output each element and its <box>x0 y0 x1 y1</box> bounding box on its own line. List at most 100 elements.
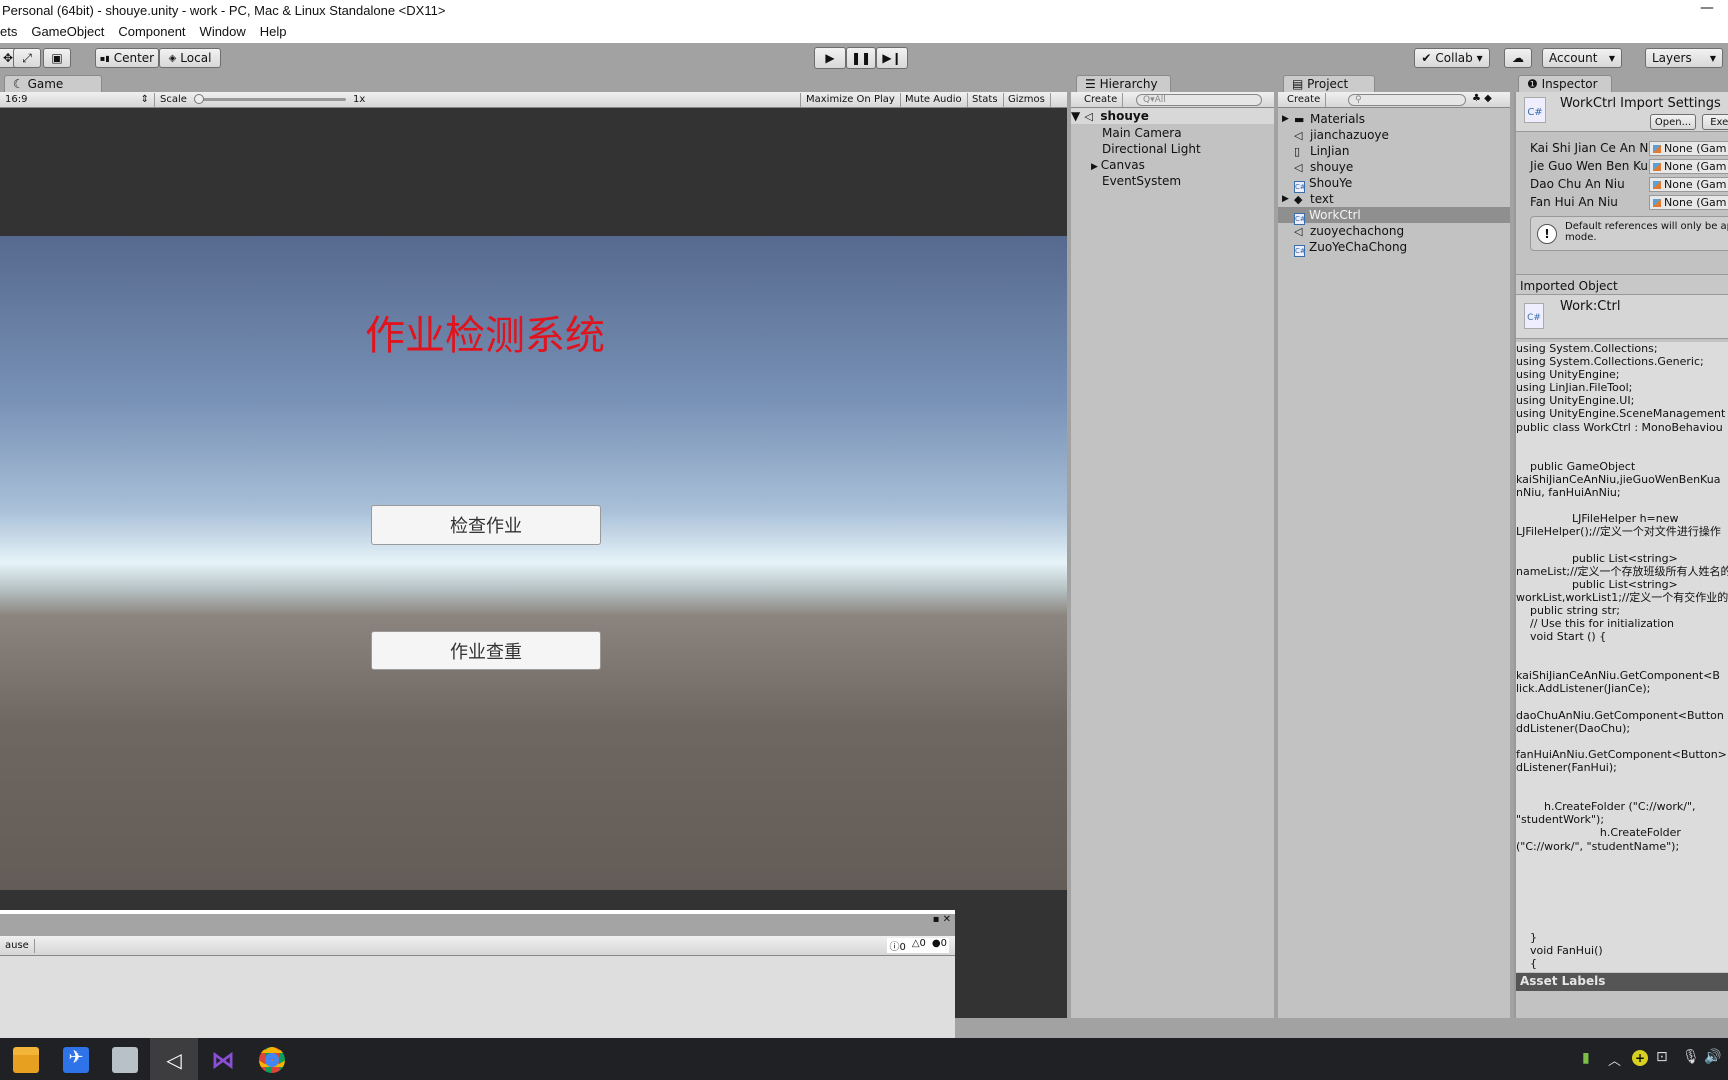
menu-window[interactable]: Window <box>200 24 246 43</box>
hierarchy-search[interactable]: Q▾All <box>1136 94 1262 106</box>
hierarchy-item[interactable]: Main Camera <box>1102 125 1182 141</box>
code-line: LJFileHelper();//定义一个对文件进行操作 <box>1516 525 1721 539</box>
mute-audio-toggle[interactable]: Mute Audio <box>900 93 968 107</box>
project-item[interactable]: C# WorkCtrl <box>1278 207 1510 225</box>
usb-icon[interactable]: ▮ <box>1582 1050 1590 1066</box>
csharp-file-icon: C# <box>1524 97 1546 123</box>
object-field[interactable]: None (Gam <box>1649 159 1728 174</box>
project-item[interactable]: ◁ shouye <box>1278 159 1510 175</box>
open-button[interactable]: Open... <box>1650 114 1696 130</box>
folder-icon: ▬ <box>1294 113 1305 126</box>
project-search[interactable]: ⚲ <box>1348 94 1466 106</box>
scale-slider[interactable] <box>194 94 346 104</box>
object-field[interactable]: None (Gam <box>1649 141 1728 156</box>
stats-toggle[interactable]: Stats <box>967 93 1004 107</box>
error-toggle[interactable]: ●0 <box>932 938 947 953</box>
code-line: LJFileHelper h=new <box>1516 512 1679 526</box>
chevron-up-icon[interactable]: ︿ <box>1608 1050 1621 1069</box>
pause-icon: ❚❚ <box>850 51 872 65</box>
gizmos-dropdown[interactable]: Gizmos <box>1003 93 1051 107</box>
project-item[interactable]: ◁ zuoyechachong <box>1278 223 1510 239</box>
play-button[interactable]: ▶ <box>814 47 846 69</box>
cube-icon: ◈ <box>168 52 177 64</box>
code-line: workList,workList1;//定义一个有交作业的 <box>1516 590 1728 604</box>
project-item[interactable]: ▯ LinJian <box>1278 143 1510 159</box>
project-item[interactable]: C# ZuoYeChaChong <box>1278 239 1510 257</box>
item-label: LinJian <box>1310 144 1350 158</box>
app-title: 作业检测系统 <box>365 313 605 359</box>
object-field[interactable]: None (Gam <box>1649 177 1728 192</box>
warning-toggle[interactable]: △0 <box>912 938 926 953</box>
cloud-button[interactable]: ☁ <box>1504 48 1532 68</box>
visual-studio-icon[interactable]: ⋈ <box>210 1047 236 1073</box>
create-dropdown[interactable]: Create <box>1079 93 1124 107</box>
button-label: 检查作业 <box>450 516 522 537</box>
check-homework-button[interactable]: 检查作业 <box>371 505 601 545</box>
account-dropdown[interactable]: Account ▼ <box>1542 48 1622 68</box>
dropdown-arrow-icon: ▼ <box>1709 53 1716 63</box>
menu-gameobject[interactable]: GameObject <box>31 24 104 43</box>
layers-dropdown[interactable]: Layers ▼ <box>1645 48 1723 68</box>
step-button[interactable]: ▶❙ <box>876 47 908 69</box>
file-explorer-icon[interactable] <box>13 1047 39 1073</box>
project-item[interactable]: C# ShouYe <box>1278 175 1510 193</box>
menu-assets[interactable]: ets <box>0 24 17 43</box>
info-toggle[interactable]: ⓘ0 <box>889 938 905 953</box>
app-icon[interactable] <box>112 1047 138 1073</box>
scale-tool-button[interactable]: ⤢ <box>13 48 41 68</box>
code-line: h.CreateFolder ("C://work/", <box>1516 800 1696 814</box>
menu-help[interactable]: Help <box>260 24 287 43</box>
game-view: 作业检测系统 检查作业 作业查重 <box>0 108 1067 1038</box>
duplicate-check-button[interactable]: 作业查重 <box>371 631 601 670</box>
hierarchy-item[interactable]: Directional Light <box>1102 141 1201 157</box>
code-preview: using System.Collections; using System.Co… <box>1516 342 1728 972</box>
microphone-icon[interactable]: 🎙 <box>1682 1049 1700 1065</box>
slider-thumb[interactable] <box>194 94 204 104</box>
play-icon: ▶ <box>825 51 835 65</box>
tab-inspector[interactable]: ❶ Inspector <box>1518 75 1612 93</box>
tab-game[interactable]: ☾ Game <box>4 75 102 93</box>
aspect-dropdown[interactable]: 16:9 ⇕ <box>0 93 155 107</box>
code-line: using UnityEngine; <box>1516 368 1620 382</box>
unity-scene-icon: ◁ <box>1084 110 1093 123</box>
scene-root[interactable]: ▼ ◁ shouye <box>1071 108 1274 124</box>
folder-icon: ▤ <box>1292 77 1308 91</box>
collab-button[interactable]: ✔ Collab ▾ <box>1414 48 1490 68</box>
error-pause-toggle[interactable]: ause <box>0 939 35 953</box>
scene-name: shouye <box>1100 109 1149 123</box>
pivot-center-button[interactable]: ▪▮ Center <box>95 48 159 68</box>
code-line: SceneManager.LoadScene("sho <box>1516 971 1728 973</box>
execution-order-button[interactable]: Exec <box>1702 114 1728 130</box>
plus-circle-icon[interactable]: + <box>1632 1050 1648 1066</box>
filter-type-icon[interactable]: ♣ ◆ <box>1472 93 1492 104</box>
feishu-icon[interactable]: ✈ <box>63 1047 89 1073</box>
project-item[interactable]: ▶ ▬ Materials <box>1278 111 1510 127</box>
project-item[interactable]: ◁ jianchazuoye <box>1278 127 1510 143</box>
close-icon[interactable]: ▪ ✕ <box>933 914 951 925</box>
tab-hierarchy[interactable]: ☰ Hierarchy <box>1076 75 1171 93</box>
code-line: kaiShiJianCeAnNiu,jieGuoWenBenKua <box>1516 472 1721 486</box>
pause-button[interactable]: ❚❚ <box>846 47 876 69</box>
object-header: C# Work:Ctrl <box>1516 295 1728 339</box>
pivot-local-button[interactable]: ◈ Local <box>159 48 221 68</box>
rect-tool-button[interactable]: ▣ <box>43 48 71 68</box>
network-icon[interactable]: ⊡ <box>1656 1049 1668 1065</box>
help-box: ! Default references will only be ap mod… <box>1530 216 1728 251</box>
imported-object-header: Imported Object <box>1516 274 1728 295</box>
object-field[interactable]: None (Gam <box>1649 195 1728 210</box>
menu-component[interactable]: Component <box>118 24 185 43</box>
maximize-on-play-toggle[interactable]: Maximize On Play <box>800 93 901 107</box>
project-item[interactable]: ▶ ◆ text <box>1278 191 1510 207</box>
code-line: public class WorkCtrl : MonoBehaviou <box>1516 420 1723 434</box>
tab-project[interactable]: ▤ Project <box>1283 75 1375 93</box>
item-label: jianchazuoye <box>1310 128 1389 142</box>
chrome-icon[interactable] <box>259 1047 285 1073</box>
create-dropdown[interactable]: Create <box>1282 93 1327 107</box>
hierarchy-item[interactable]: EventSystem <box>1102 173 1181 189</box>
unity-icon[interactable]: ◁ <box>161 1047 187 1073</box>
info-icon: ❶ <box>1527 77 1542 91</box>
minimize-button[interactable]: — <box>1700 0 1714 16</box>
code-line: public List<string> <box>1516 551 1678 565</box>
hierarchy-item[interactable]: ▶ Canvas <box>1091 157 1145 173</box>
volume-icon[interactable]: 🔊 <box>1704 1049 1721 1065</box>
